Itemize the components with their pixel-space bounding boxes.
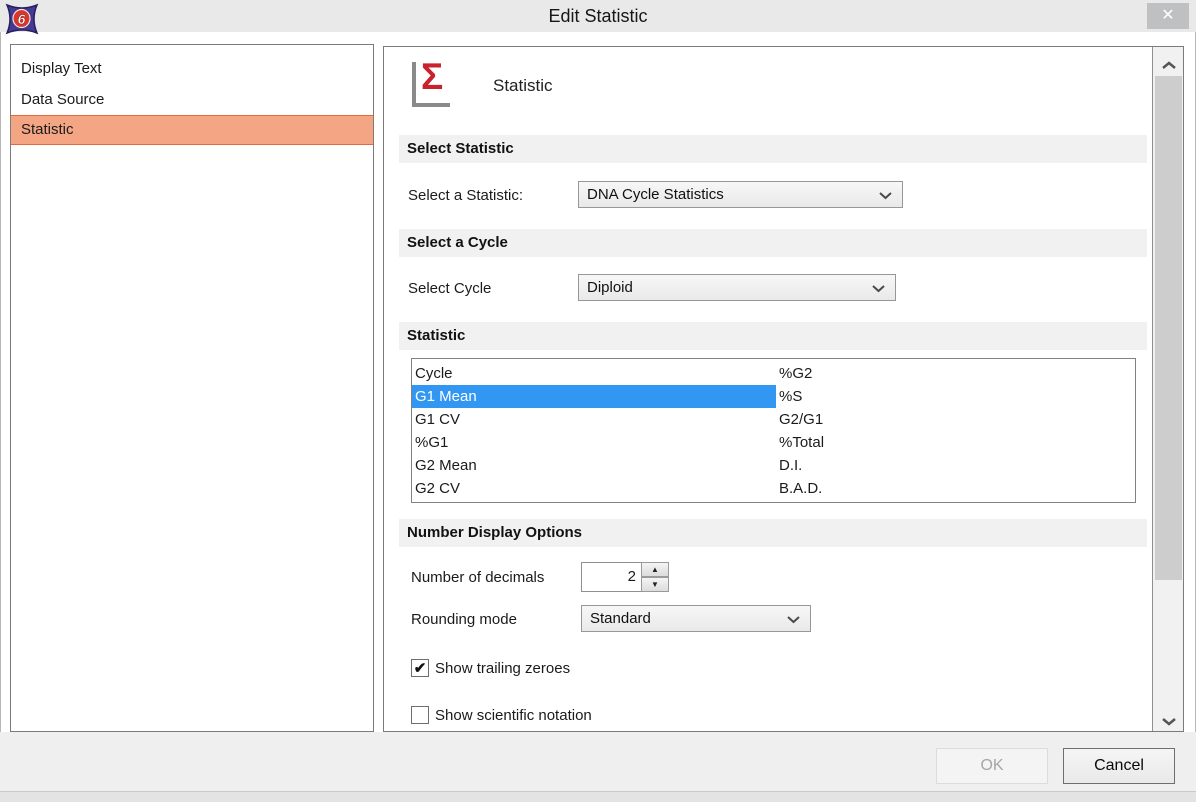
statistic-row: Cycle %G2 — [412, 362, 1135, 385]
statistic-row: G1 Mean %S — [412, 385, 1135, 408]
edit-statistic-dialog: { "window": { "title": "Edit Statistic",… — [0, 0, 1196, 802]
checkbox-checked-icon: ✔ — [411, 659, 429, 677]
statistic-row: G1 CV G2/G1 — [412, 408, 1135, 431]
sidebar-item-display-text[interactable]: Display Text — [11, 53, 373, 84]
scrollbar-thumb[interactable] — [1155, 76, 1182, 580]
decimals-stepper: 2 ▲ ▼ — [581, 562, 669, 592]
close-button[interactable]: ✕ — [1147, 3, 1189, 29]
statistic-row: G2 Mean D.I. — [412, 454, 1135, 477]
triangle-down-icon: ▼ — [651, 580, 659, 589]
statistic-option-bad[interactable]: B.A.D. — [776, 477, 1133, 500]
decimals-spin-buttons: ▲ ▼ — [641, 562, 669, 592]
statistic-option-pct-total[interactable]: %Total — [776, 431, 1133, 454]
number-of-decimals-label: Number of decimals — [411, 569, 544, 586]
statistic-type-value: DNA Cycle Statistics — [587, 186, 724, 203]
show-trailing-zeroes-checkbox[interactable]: ✔ Show trailing zeroes — [411, 659, 570, 679]
statistic-option-pct-g1[interactable]: %G1 — [412, 431, 776, 454]
statistic-option-g2-cv[interactable]: G2 CV — [412, 477, 776, 500]
statistic-list: Cycle %G2 G1 Mean %S G1 CV G2/G1 %G1 %To… — [411, 358, 1136, 503]
spin-down-button[interactable]: ▼ — [641, 577, 669, 592]
rounding-mode-dropdown[interactable]: Standard — [581, 605, 811, 632]
title-bar: 6 Edit Statistic ✕ — [0, 0, 1196, 32]
statistic-option-pct-g2[interactable]: %G2 — [776, 362, 1133, 385]
panel-content: Σ Statistic Select Statistic Select a St… — [384, 47, 1152, 731]
statistic-option-g2-g1[interactable]: G2/G1 — [776, 408, 1133, 431]
ok-button[interactable]: OK — [936, 748, 1048, 784]
statistic-option-di[interactable]: D.I. — [776, 454, 1133, 477]
settings-category-list: Display Text Data Source Statistic — [10, 44, 374, 732]
select-statistic-label: Select a Statistic: — [408, 187, 523, 204]
sidebar-item-statistic[interactable]: Statistic — [11, 115, 373, 145]
chevron-down-icon — [878, 191, 893, 200]
sidebar-item-data-source[interactable]: Data Source — [11, 84, 373, 115]
rounding-mode-value: Standard — [590, 610, 651, 627]
show-scientific-notation-checkbox[interactable]: Show scientific notation — [411, 706, 592, 726]
statistic-option-g1-cv[interactable]: G1 CV — [412, 408, 776, 431]
section-heading-number-display-options: Number Display Options — [399, 519, 1147, 547]
chevron-up-icon — [1161, 61, 1177, 70]
chevron-down-icon — [1161, 717, 1177, 726]
vertical-scrollbar — [1152, 47, 1183, 731]
statistic-option-g2-mean[interactable]: G2 Mean — [412, 454, 776, 477]
spin-up-button[interactable]: ▲ — [641, 562, 669, 577]
select-cycle-label: Select Cycle — [408, 280, 491, 297]
panel-title: Statistic — [493, 76, 553, 96]
scroll-down-button[interactable] — [1154, 702, 1183, 731]
decimals-input[interactable]: 2 — [581, 562, 642, 592]
show-trailing-zeroes-label: Show trailing zeroes — [435, 660, 570, 677]
cycle-dropdown[interactable]: Diploid — [578, 274, 896, 301]
cancel-button[interactable]: Cancel — [1063, 748, 1175, 784]
chevron-down-icon — [871, 284, 886, 293]
triangle-up-icon: ▲ — [651, 565, 659, 574]
scroll-up-button[interactable] — [1154, 47, 1183, 76]
statistic-type-dropdown[interactable]: DNA Cycle Statistics — [578, 181, 903, 208]
section-heading-select-statistic: Select Statistic — [399, 135, 1147, 163]
chevron-down-icon — [786, 615, 801, 624]
show-scientific-notation-label: Show scientific notation — [435, 707, 592, 724]
statistic-option-g1-mean[interactable]: G1 Mean — [412, 385, 776, 408]
statistic-row: %G1 %Total — [412, 431, 1135, 454]
window-bottom-edge — [0, 791, 1196, 802]
statistic-option-pct-s[interactable]: %S — [776, 385, 1133, 408]
cycle-value: Diploid — [587, 279, 633, 296]
statistic-option-cycle[interactable]: Cycle — [412, 362, 776, 385]
statistic-settings-panel: Σ Statistic Select Statistic Select a St… — [383, 46, 1184, 732]
rounding-mode-label: Rounding mode — [411, 611, 517, 628]
statistic-row: G2 CV B.A.D. — [412, 477, 1135, 500]
sigma-icon: Σ — [412, 62, 450, 107]
section-heading-select-cycle: Select a Cycle — [399, 229, 1147, 257]
checkbox-unchecked-icon — [411, 706, 429, 724]
section-heading-statistic: Statistic — [399, 322, 1147, 350]
dialog-title: Edit Statistic — [0, 0, 1196, 32]
